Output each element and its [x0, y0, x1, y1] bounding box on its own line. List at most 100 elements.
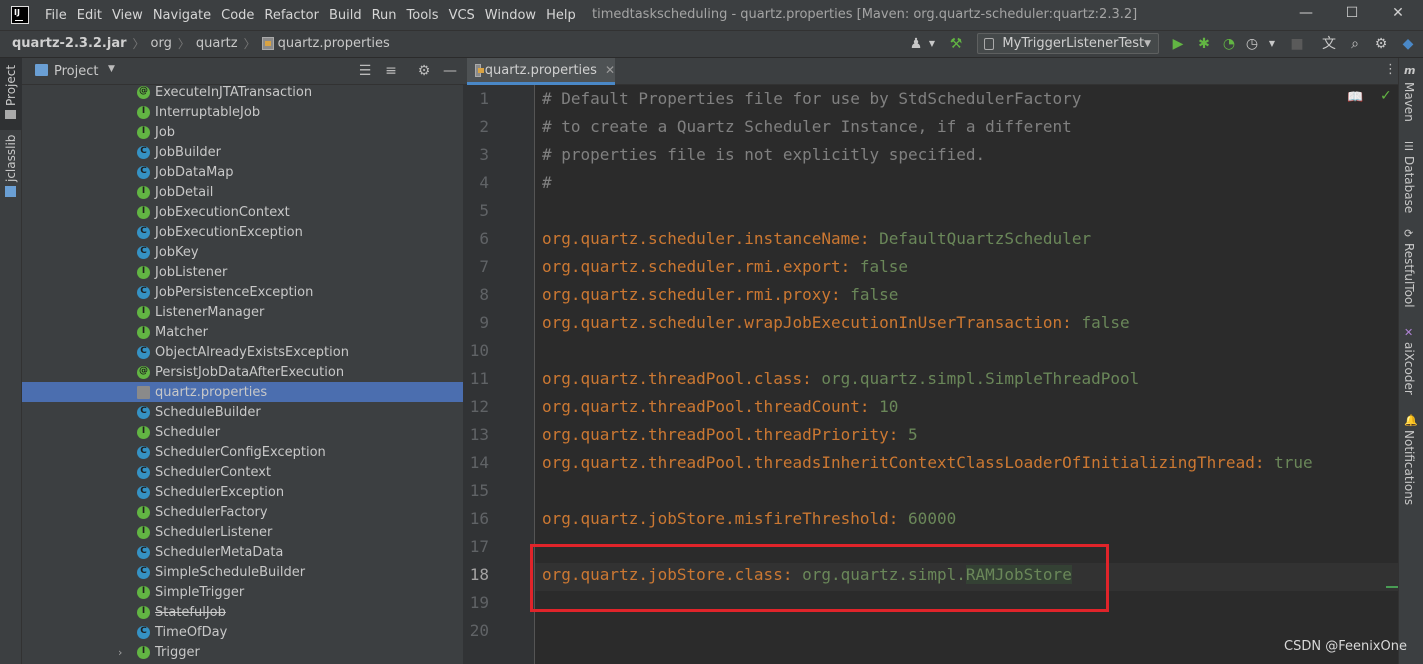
tree-item-objectalreadyexistsexception[interactable]: C ObjectAlreadyExistsException [22, 342, 463, 362]
property-separator: : [1062, 313, 1082, 332]
menu-refactor[interactable]: Refactor [264, 8, 319, 23]
tree-item-schedulebuilder[interactable]: C ScheduleBuilder [22, 402, 463, 422]
interface-icon: I [137, 605, 150, 619]
tree-item-scheduler[interactable]: I Scheduler [22, 422, 463, 442]
settings-gear-icon[interactable]: ⚙ [1371, 34, 1391, 54]
tree-item-schedulerexception[interactable]: C SchedulerException [22, 482, 463, 502]
breadcrumb-org[interactable]: org [151, 36, 172, 51]
aixcoder-tool-tab[interactable]: aiXcoder [1402, 342, 1416, 395]
collapse-all-icon[interactable]: ≡ [381, 61, 401, 81]
inspection-ok-check-icon[interactable]: ✓ [1380, 88, 1392, 104]
tree-item-statefuljob[interactable]: I StatefulJob [22, 602, 463, 622]
tree-item-trigger[interactable]: › I Trigger [22, 642, 463, 662]
close-tab-icon[interactable]: ✕ [605, 63, 615, 77]
menu-view[interactable]: View [112, 8, 143, 23]
property-value: false [859, 257, 909, 276]
profile-icon[interactable]: ◷ [1242, 34, 1262, 54]
maximize-button[interactable]: ☐ [1329, 5, 1375, 25]
tree-item-label: JobDetail [155, 184, 214, 200]
notifications-tool-tab[interactable]: Notifications [1402, 430, 1416, 505]
panel-settings-gear-icon[interactable]: ⚙ [414, 61, 434, 81]
property-key: org.quartz.threadPool.threadCount [542, 397, 860, 416]
editor-tab-quartz-properties[interactable]: quartz.properties ✕ [467, 58, 615, 85]
translate-icon[interactable]: 文 [1319, 34, 1339, 54]
menu-file[interactable]: File [45, 8, 67, 23]
scrollbar-marker [1386, 586, 1398, 588]
tree-item-job[interactable]: I Job [22, 122, 463, 142]
minimize-button[interactable]: — [1283, 5, 1329, 25]
tree-item-label: JobPersistenceException [155, 284, 314, 300]
tree-item-simpletrigger[interactable]: I SimpleTrigger [22, 582, 463, 602]
menu-edit[interactable]: Edit [77, 8, 102, 23]
tree-item-timeofday[interactable]: C TimeOfDay [22, 622, 463, 642]
tree-item-jobbuilder[interactable]: C JobBuilder [22, 142, 463, 162]
menu-tools[interactable]: Tools [407, 8, 439, 23]
menu-help[interactable]: Help [546, 8, 576, 23]
aixcoder-icon: ✕ [1404, 326, 1414, 339]
chevron-right-icon[interactable]: › [118, 646, 122, 659]
code-line: org.quartz.scheduler.rmi.export: false [542, 257, 908, 276]
class-icon: C [137, 165, 150, 179]
run-config-label: MyTriggerListenerTest [1002, 36, 1145, 51]
coverage-icon[interactable]: ◔ [1219, 34, 1239, 54]
search-icon[interactable]: ⌕ [1345, 34, 1365, 54]
build-hammer-icon[interactable]: ⚒ [946, 34, 966, 54]
tree-item-label: TimeOfDay [155, 624, 228, 640]
expand-all-icon[interactable]: ☰ [355, 61, 375, 81]
menu-navigate[interactable]: Navigate [153, 8, 211, 23]
debug-icon[interactable]: ✱ [1194, 34, 1214, 54]
tree-item-quartz-properties[interactable]: quartz.properties [22, 382, 463, 402]
tree-item-schedulerfactory[interactable]: I SchedulerFactory [22, 502, 463, 522]
tree-item-schedulermetadata[interactable]: C SchedulerMetaData [22, 542, 463, 562]
chevron-down-icon[interactable]: ▼ [108, 64, 115, 74]
breadcrumb-jar[interactable]: quartz-2.3.2.jar [12, 36, 127, 51]
tree-item-label: ListenerManager [155, 304, 265, 320]
restfultool-tool-tab[interactable]: RestfulTool [1402, 243, 1416, 308]
jclasslib-tool-tab[interactable]: jclasslib [4, 135, 18, 182]
tree-item-label: SchedulerConfigException [155, 444, 326, 460]
tree-item-listenermanager[interactable]: I ListenerManager [22, 302, 463, 322]
reader-mode-icon[interactable]: 📖 [1347, 90, 1363, 105]
run-icon[interactable]: ▶ [1168, 34, 1188, 54]
maven-tool-tab[interactable]: Maven [1402, 82, 1416, 122]
menu-run[interactable]: Run [372, 8, 397, 23]
project-panel-title[interactable]: Project [54, 64, 98, 79]
stop-icon[interactable]: ■ [1287, 34, 1307, 54]
user-dropdown-icon[interactable]: ▼ [922, 34, 942, 54]
tree-item-jobpersistenceexception[interactable]: C JobPersistenceException [22, 282, 463, 302]
hide-panel-icon[interactable]: — [440, 61, 460, 81]
tree-item-joblistener[interactable]: I JobListener [22, 262, 463, 282]
breadcrumb-file[interactable]: quartz.properties [278, 36, 390, 51]
project-tree: @ ExecuteInJTATransaction I InterruptableJo… [22, 85, 463, 664]
interface-icon: I [137, 185, 150, 199]
more-run-dropdown-icon[interactable]: ▼ [1262, 34, 1282, 54]
class-icon: C [137, 345, 150, 359]
tree-item-jobexecutioncontext[interactable]: I JobExecutionContext [22, 202, 463, 222]
breadcrumb-quartz[interactable]: quartz [196, 36, 238, 51]
tree-item-matcher[interactable]: I Matcher [22, 322, 463, 342]
database-tool-tab[interactable]: Database [1402, 156, 1416, 213]
class-icon: C [137, 405, 150, 419]
menu-build[interactable]: Build [329, 8, 362, 23]
tree-item-schedulercontext[interactable]: C SchedulerContext [22, 462, 463, 482]
tree-item-simpleschedulebuilder[interactable]: C SimpleScheduleBuilder [22, 562, 463, 582]
tree-item-jobdetail[interactable]: I JobDetail [22, 182, 463, 202]
more-tabs-icon[interactable]: ⋮ [1384, 62, 1397, 77]
intellij-logo-icon[interactable]: IJ [11, 6, 29, 24]
tree-item-persistjobdataafterexecution[interactable]: @ PersistJobDataAfterExecution [22, 362, 463, 382]
database-icon: ☰ [1404, 140, 1414, 153]
tree-item-jobkey[interactable]: C JobKey [22, 242, 463, 262]
project-tool-tab[interactable]: Project [4, 65, 18, 106]
close-window-button[interactable]: ✕ [1375, 5, 1421, 25]
tree-item-executeinjtatransaction[interactable]: @ ExecuteInJTATransaction [22, 85, 463, 102]
run-configuration-select[interactable]: MyTriggerListenerTest ▼ [977, 33, 1159, 54]
tree-item-jobdatamap[interactable]: C JobDataMap [22, 162, 463, 182]
menu-code[interactable]: Code [221, 8, 254, 23]
tree-item-jobexecutionexception[interactable]: C JobExecutionException [22, 222, 463, 242]
tree-item-schedulerlistener[interactable]: I SchedulerListener [22, 522, 463, 542]
jetbrains-toolbox-icon[interactable]: ◆ [1398, 34, 1418, 54]
tree-item-interruptablejob[interactable]: I InterruptableJob [22, 102, 463, 122]
tree-item-schedulerconfigexception[interactable]: C SchedulerConfigException [22, 442, 463, 462]
menu-vcs[interactable]: VCS [449, 8, 475, 23]
menu-window[interactable]: Window [485, 8, 536, 23]
